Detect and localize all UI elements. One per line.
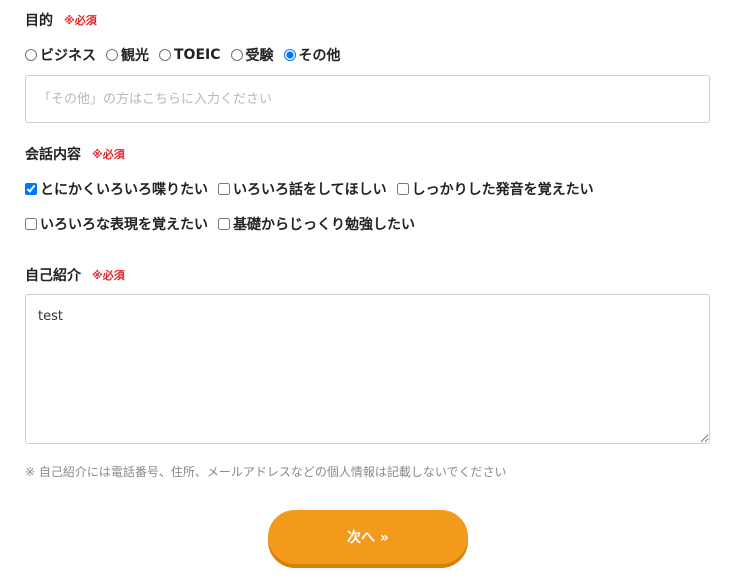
purpose-option-business[interactable]: ビジネス bbox=[25, 45, 96, 65]
intro-label: 自己紹介 ※必須 bbox=[25, 265, 125, 285]
intro-required-badge: ※必須 bbox=[92, 269, 125, 282]
next-button[interactable]: 次へ » bbox=[268, 510, 468, 564]
conversation-checkbox-expressions[interactable] bbox=[25, 218, 37, 230]
conversation-checkbox-talk[interactable] bbox=[25, 183, 37, 195]
purpose-option-exam[interactable]: 受験 bbox=[230, 45, 274, 65]
purpose-option-sightseeing[interactable]: 観光 bbox=[106, 45, 149, 65]
intro-label-text: 自己紹介 bbox=[25, 268, 81, 284]
conversation-option-talk[interactable]: とにかくいろいろ喋りたい bbox=[25, 179, 208, 199]
purpose-option-label: 受験 bbox=[245, 48, 274, 64]
purpose-option-label: ビジネス bbox=[40, 48, 96, 64]
conversation-checkbox-pronunciation[interactable] bbox=[396, 183, 409, 195]
conversation-options-row-2: いろいろな表現を覚えたい 基礎からじっくり勉強したい bbox=[25, 214, 425, 234]
purpose-option-toeic[interactable]: TOEIC bbox=[159, 47, 221, 63]
conversation-option-basics[interactable]: 基礎からじっくり勉強したい bbox=[218, 214, 415, 234]
conversation-option-listen[interactable]: いろいろ話をしてほしい bbox=[218, 179, 387, 199]
intro-textarea[interactable]: test bbox=[25, 294, 710, 444]
purpose-options: ビジネス 観光 TOEIC 受験 その他 bbox=[25, 45, 351, 65]
conversation-label: 会話内容 ※必須 bbox=[25, 144, 125, 164]
conversation-option-label: いろいろな表現を覚えたい bbox=[40, 217, 208, 233]
conversation-checkbox-listen[interactable] bbox=[218, 183, 230, 195]
purpose-option-label: 観光 bbox=[121, 48, 149, 64]
conversation-option-label: とにかくいろいろ喋りたい bbox=[40, 182, 208, 198]
purpose-radio-business[interactable] bbox=[25, 49, 37, 61]
purpose-radio-exam[interactable] bbox=[230, 49, 243, 61]
purpose-required-badge: ※必須 bbox=[64, 14, 97, 27]
purpose-label: 目的 ※必須 bbox=[25, 10, 97, 30]
purpose-radio-other[interactable] bbox=[283, 49, 296, 61]
conversation-option-pronunciation[interactable]: しっかりした発音を覚えたい bbox=[396, 179, 594, 199]
conversation-label-text: 会話内容 bbox=[25, 147, 81, 163]
form-page: 目的 ※必須 ビジネス 観光 TOEIC 受験 その他 会話内容 ※必須 bbox=[0, 0, 733, 587]
conversation-options-row-1: とにかくいろいろ喋りたい いろいろ話をしてほしい しっかりした発音を覚えたい bbox=[25, 179, 604, 199]
purpose-label-text: 目的 bbox=[25, 13, 53, 29]
conversation-option-label: いろいろ話をしてほしい bbox=[233, 182, 387, 198]
conversation-required-badge: ※必須 bbox=[92, 148, 125, 161]
purpose-option-label: その他 bbox=[298, 48, 341, 64]
intro-privacy-note: ※ 自己紹介には電話番号、住所、メールアドレスなどの個人情報は記載しないでくださ… bbox=[25, 465, 507, 479]
conversation-checkbox-basics[interactable] bbox=[218, 218, 230, 230]
purpose-option-label: TOEIC bbox=[174, 47, 221, 63]
conversation-option-expressions[interactable]: いろいろな表現を覚えたい bbox=[25, 214, 208, 234]
conversation-option-label: 基礎からじっくり勉強したい bbox=[233, 217, 415, 233]
purpose-other-input[interactable] bbox=[25, 75, 710, 123]
purpose-option-other[interactable]: その他 bbox=[283, 45, 341, 65]
purpose-radio-toeic[interactable] bbox=[159, 49, 171, 61]
conversation-option-label: しっかりした発音を覚えたい bbox=[411, 182, 594, 198]
purpose-radio-sightseeing[interactable] bbox=[106, 49, 118, 61]
